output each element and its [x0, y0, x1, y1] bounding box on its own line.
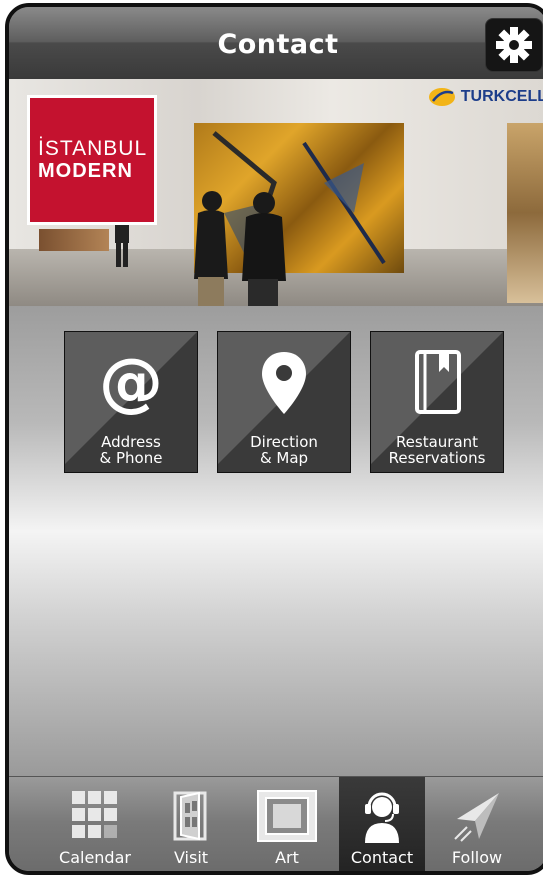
at-icon: @: [99, 348, 163, 418]
frame-icon: [257, 790, 317, 842]
tile-label-line2: Reservations: [388, 449, 486, 467]
tab-label: Calendar: [59, 848, 131, 867]
direction-map-tile[interactable]: Direction & Map: [217, 331, 351, 473]
bottom-tab-bar: Calendar Visit Art Contact Follow: [9, 776, 543, 871]
map-pin-icon: [262, 352, 306, 414]
tab-label: Art: [275, 848, 299, 867]
tab-visit[interactable]: Visit: [149, 777, 233, 871]
page-title: Contact: [217, 29, 339, 60]
phone-frame: Contact TURKCELL İSTANBUL MODERN @ Addre…: [5, 3, 543, 875]
visitors-silhouette: [194, 191, 286, 306]
tab-calendar[interactable]: Calendar: [47, 777, 143, 871]
tab-label: Follow: [451, 848, 503, 867]
tab-label: Contact: [350, 848, 414, 867]
tab-contact[interactable]: Contact: [339, 777, 425, 871]
logo-line2: MODERN: [38, 160, 133, 182]
logo-line1: İSTANBUL: [38, 137, 148, 160]
address-phone-tile[interactable]: @ Address & Phone: [64, 331, 198, 473]
paper-plane-icon: [454, 793, 499, 842]
title-bar: Contact: [9, 7, 543, 79]
tile-label-line1: Direction: [250, 433, 318, 451]
banner-painting-right: [507, 123, 543, 303]
gear-icon: [496, 27, 532, 63]
tile-label-line1: Restaurant: [395, 433, 479, 451]
grid-icon: [72, 791, 117, 838]
banner-painting-left: [39, 229, 109, 251]
book-icon: [415, 350, 461, 414]
tile-label-line1: Address: [101, 433, 161, 451]
tab-follow[interactable]: Follow: [429, 777, 525, 871]
istanbul-modern-logo: İSTANBUL MODERN: [27, 95, 157, 225]
tab-art[interactable]: Art: [239, 777, 335, 871]
museum-banner: TURKCELL İSTANBUL MODERN: [9, 79, 543, 306]
sponsor-name: TURKCELL: [460, 88, 543, 105]
tile-label-line2: & Map: [259, 449, 309, 467]
door-icon: [173, 791, 207, 841]
main-content: @ Address & Phone Direction & Map Restau…: [9, 306, 543, 776]
headset-icon: [365, 792, 399, 843]
settings-button[interactable]: [485, 18, 543, 72]
turkcell-leaf-icon: [428, 88, 455, 106]
sponsor-logo: TURKCELL: [427, 85, 543, 109]
restaurant-reservations-tile[interactable]: Restaurant Reservations: [370, 331, 504, 473]
tab-label: Visit: [173, 848, 209, 867]
svg-text:@: @: [99, 348, 163, 418]
tile-label-line2: & Phone: [99, 449, 163, 467]
